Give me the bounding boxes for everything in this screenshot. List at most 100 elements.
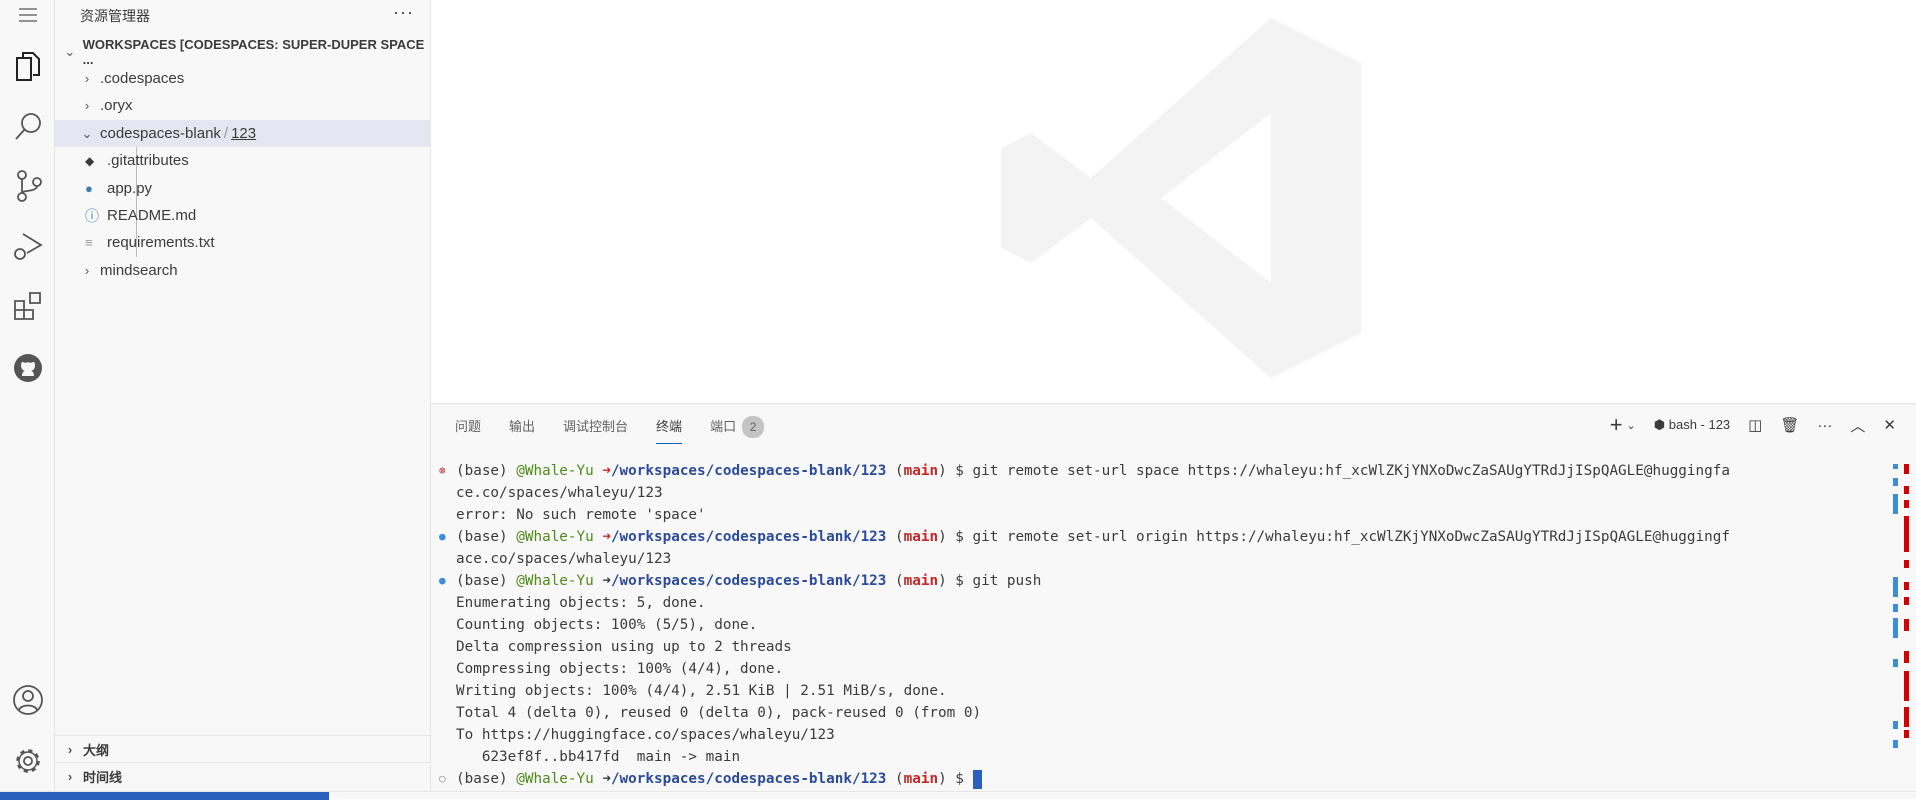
accounts-icon[interactable] (0, 676, 55, 724)
prompt-env: (base) (456, 463, 517, 479)
activity-bar (0, 0, 55, 791)
extensions-icon[interactable] (0, 282, 55, 330)
prompt-branch: main (903, 771, 939, 787)
chevron-down-icon[interactable]: ⌄ (1627, 419, 1636, 432)
success-dot-icon: ● (439, 574, 446, 587)
success-dot-icon: ● (439, 530, 446, 543)
tab-debug-console[interactable]: 调试控制台 (563, 416, 628, 444)
prompt-branch-close: ) $ (938, 771, 973, 787)
terminal-line: ace.co/spaces/whaleyu/123 (456, 551, 672, 567)
split-terminal-icon[interactable]: ◫ (1748, 416, 1762, 434)
explorer-sidebar: 资源管理器 ··· ⌄ WORKSPACES [CODESPACES: SUPER… (55, 0, 431, 791)
prompt-path: /workspaces/codespaces-blank/123 (610, 529, 887, 545)
terminal-line: Enumerating objects: 5, done. (456, 595, 706, 611)
tab-problems[interactable]: 问题 (455, 416, 481, 444)
explorer-icon[interactable] (0, 42, 55, 90)
terminal-line: Delta compression using up to 2 threads (456, 639, 792, 655)
vscode-logo-watermark (1001, 18, 1361, 378)
text-file-icon: ≡ (85, 235, 93, 250)
terminal-line: ○ (base) @Whale-Yu ➜/workspaces/codespace… (431, 768, 1871, 790)
menu-icon[interactable] (0, 0, 55, 30)
new-terminal-plus-icon[interactable]: + (1610, 412, 1623, 438)
tab-ports[interactable]: 端口 2 (710, 416, 765, 444)
source-control-icon[interactable] (0, 162, 55, 210)
prompt-branch: main (903, 463, 939, 479)
prompt-branch-open: ( (886, 529, 904, 545)
run-debug-icon[interactable] (0, 222, 55, 270)
prompt-path: /workspaces/codespaces-blank/123 (610, 573, 887, 589)
timeline-section[interactable]: › 时间线 (55, 762, 430, 789)
prompt-arrow: ➜ (602, 463, 611, 479)
error-circle-icon: ⊗ (439, 464, 446, 477)
search-icon[interactable] (0, 102, 55, 150)
empty-circle-icon: ○ (439, 772, 446, 785)
prompt-arrow: ➜ (602, 771, 611, 787)
more-icon[interactable]: ··· (1817, 417, 1832, 434)
tab-output[interactable]: 输出 (509, 416, 535, 444)
terminal-line: ● (base) @Whale-Yu ➜/workspaces/codespace… (431, 526, 1871, 548)
chevron-down-icon: ⌄ (64, 43, 76, 59)
terminal-line: Writing objects: 100% (4/4), 2.51 KiB | … (456, 683, 947, 699)
prompt-arrow: ➜ (602, 573, 611, 589)
terminal-line: ce.co/spaces/whaleyu/123 (456, 485, 663, 501)
bash-icon: ⬢ (1653, 417, 1669, 432)
terminal-output[interactable]: ⊗ (base) @Whale-Yu ➜/workspaces/codespace… (431, 460, 1871, 790)
trash-icon[interactable]: 🗑 (1780, 416, 1799, 434)
terminal-line: ● (base) @Whale-Yu ➜/workspaces/codespace… (431, 570, 1871, 592)
prompt-user: @Whale-Yu (516, 529, 603, 545)
prompt-branch-close: ) $ (938, 529, 973, 545)
info-icon: ⓘ (85, 207, 99, 224)
github-icon[interactable] (0, 344, 55, 392)
workspace-header[interactable]: ⌄ WORKSPACES [CODESPACES: SUPER-DUPER SPA… (55, 37, 430, 67)
maximize-chevron-up-icon[interactable]: ︿ (1850, 415, 1865, 436)
chevron-right-icon: › (67, 768, 73, 784)
python-icon: ● (85, 181, 93, 196)
tree-item-gitattributes[interactable]: ◆ .gitattributes (55, 147, 430, 174)
tree-item-codespaces-blank[interactable]: ⌄ codespaces-blank/123 (55, 120, 430, 147)
prompt-env: (base) (456, 771, 517, 787)
tree-item-readme[interactable]: ⓘ README.md (55, 202, 430, 229)
settings-gear-icon[interactable] (0, 737, 55, 785)
outline-section[interactable]: › 大纲 (55, 735, 430, 762)
chevron-down-icon: ⌄ (81, 125, 93, 141)
terminal-line: To https://huggingface.co/spaces/whaleyu… (456, 727, 835, 743)
chevron-right-icon: › (67, 741, 73, 757)
terminal-line: Total 4 (delta 0), reused 0 (delta 0), p… (456, 705, 982, 721)
terminal-cursor (972, 769, 982, 789)
tree-item-oryx[interactable]: › .oryx (55, 92, 430, 119)
prompt-user: @Whale-Yu (516, 573, 603, 589)
prompt-branch-close: ) $ (938, 463, 973, 479)
more-actions-button[interactable]: ··· (393, 2, 414, 23)
chevron-right-icon: › (84, 263, 90, 278)
prompt-branch-close: ) $ (938, 573, 973, 589)
tree-item-codespaces[interactable]: › .codespaces (55, 65, 430, 92)
status-bar (0, 791, 1916, 800)
terminal-line: Compressing objects: 100% (4/4), done. (456, 661, 784, 677)
chevron-right-icon: › (84, 98, 90, 113)
prompt-path: /workspaces/codespaces-blank/123 (610, 771, 887, 787)
prompt-branch-open: ( (886, 463, 904, 479)
explorer-title: 资源管理器 (80, 8, 150, 24)
prompt-branch-open: ( (886, 771, 904, 787)
prompt-env: (base) (456, 529, 517, 545)
terminal-scrollbar[interactable] (1893, 464, 1911, 798)
editor-area (431, 0, 1916, 403)
terminal-instance[interactable]: ⬢ bash - 123 (1654, 417, 1730, 433)
prompt-branch-open: ( (886, 573, 904, 589)
prompt-user: @Whale-Yu (516, 771, 603, 787)
close-panel-icon[interactable]: ✕ (1883, 416, 1896, 434)
tree-item-requirements[interactable]: ≡ requirements.txt (55, 229, 430, 256)
terminal-line: Counting objects: 100% (5/5), done. (456, 617, 758, 633)
terminal-line: ⊗ (base) @Whale-Yu ➜/workspaces/codespace… (431, 460, 1871, 482)
tab-terminal[interactable]: 终端 (656, 416, 683, 444)
git-icon: ◆ (85, 153, 95, 168)
tree-item-mindsearch[interactable]: › mindsearch (55, 257, 430, 284)
chevron-right-icon: › (84, 71, 90, 86)
prompt-env: (base) (456, 573, 517, 589)
prompt-user: @Whale-Yu (516, 463, 603, 479)
terminal-line: 623ef8f..bb417fd main -> main (456, 749, 741, 765)
tree-item-app-py[interactable]: ● app.py (55, 175, 430, 202)
terminal-line: error: No such remote 'space' (456, 507, 706, 523)
ports-count-badge: 2 (742, 416, 765, 438)
folder-123-link[interactable]: 123 (231, 125, 256, 142)
